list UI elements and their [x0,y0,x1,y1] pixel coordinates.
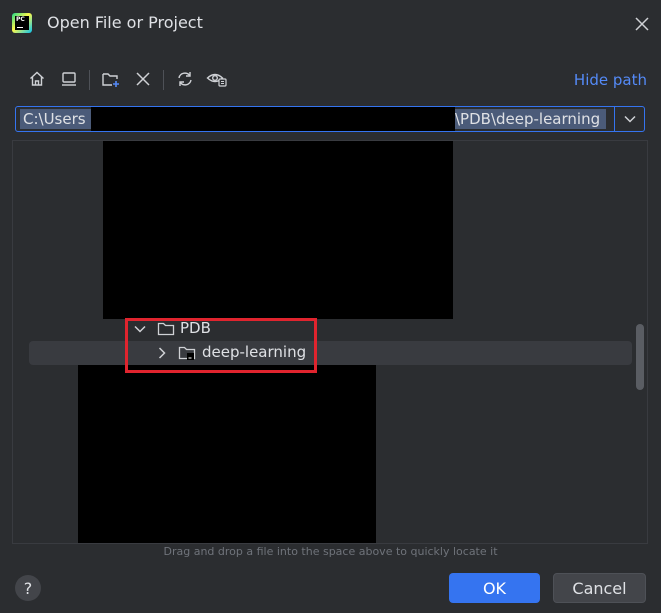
chevron-right-icon [158,347,166,359]
new-folder-icon [102,73,119,87]
drag-drop-hint: Drag and drop a file into the space abov… [163,545,498,558]
home-icon [30,71,44,86]
refresh-icon [178,72,192,86]
toolbar-separator [163,70,164,90]
close-icon [635,17,649,31]
ok-button[interactable]: OK [449,573,540,603]
help-button[interactable]: ? [15,575,41,601]
path-suffix: \PDB\deep-learning [455,110,603,128]
chevron-down-icon [623,115,636,123]
redacted-tree-region [78,365,376,543]
tree-item-deep-learning[interactable]: deep-learning [13,341,647,365]
hide-path-link[interactable]: Hide path [574,71,647,89]
tree-item-label: deep-learning [202,343,307,361]
redacted-path-segment [91,107,455,131]
path-input[interactable]: C:\Users \PDB\deep-learning [15,106,615,132]
tree-toggle[interactable] [155,346,169,360]
chevron-down-icon [134,325,146,333]
tree-item-label: PDB [180,319,211,337]
refresh-button[interactable] [172,66,198,92]
file-tree[interactable]: PDB deep-learning [12,140,648,544]
delete-button[interactable] [130,66,156,92]
tree-scrollbar[interactable] [636,324,644,390]
close-button[interactable] [630,12,654,36]
toolbar: Hide path [0,62,661,98]
redacted-tree-region [103,141,453,319]
project-folder-icon [178,346,196,360]
tree-toggle[interactable] [133,322,147,336]
home-button[interactable] [24,66,50,92]
show-hidden-icon [206,73,227,87]
tree-item-pdb[interactable]: PDB [13,317,647,341]
folder-icon [157,322,175,336]
desktop-button[interactable] [56,66,82,92]
new-folder-button[interactable] [98,66,124,92]
path-history-dropdown[interactable] [615,106,645,132]
delete-icon [136,72,150,86]
pycharm-logo-icon: PC [12,13,32,33]
title-bar: PC Open File or Project [0,0,661,46]
cancel-button[interactable]: Cancel [553,573,646,603]
toolbar-separator [89,70,90,90]
dialog-title: Open File or Project [47,13,203,32]
app-logo-text: PC [15,16,29,30]
show-hidden-button[interactable] [204,66,230,92]
path-prefix: C:\Users [23,110,86,128]
desktop-icon [62,72,76,86]
path-field-row: C:\Users \PDB\deep-learning [15,106,645,134]
selection-highlight [29,341,632,365]
